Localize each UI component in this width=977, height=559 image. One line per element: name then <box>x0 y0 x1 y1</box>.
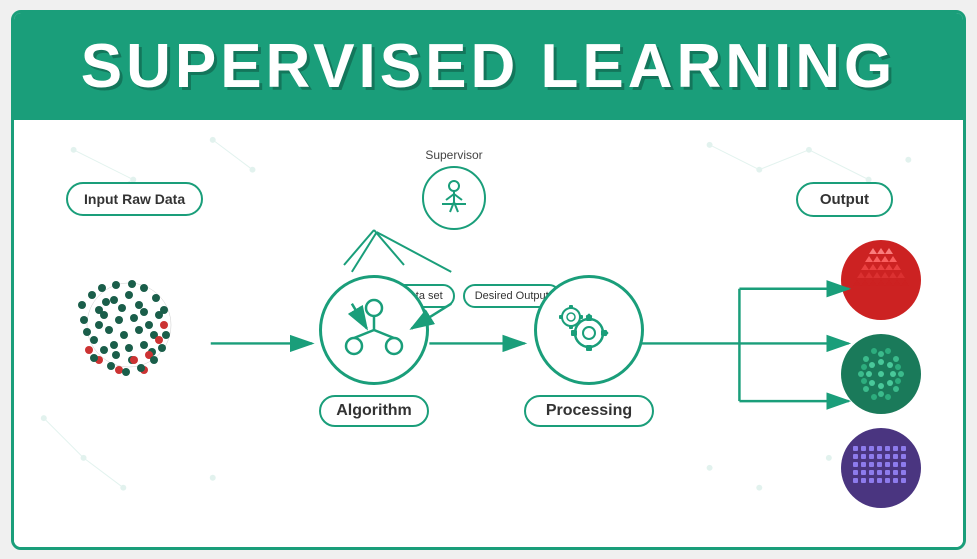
supervisor-connectors <box>324 230 584 280</box>
output-circle-green <box>841 334 921 414</box>
supervisor-label: Supervisor <box>425 148 482 162</box>
main-container: SUPERVISED LEARNING <box>11 10 966 550</box>
output-label: Output <box>796 182 893 217</box>
output-circle-red <box>841 240 921 320</box>
algorithm-circle <box>319 275 429 385</box>
output-circle-purple <box>841 428 921 508</box>
supervisor-icon <box>422 166 486 230</box>
header-section: SUPERVISED LEARNING <box>14 13 963 120</box>
page-title: SUPERVISED LEARNING <box>14 31 963 102</box>
input-raw-data-label: Input Raw Data <box>66 182 203 216</box>
processing-label: Processing <box>524 395 654 427</box>
processing-circle <box>534 275 644 385</box>
diagram-area: Input Raw Data <box>14 120 963 547</box>
algorithm-label: Algorithm <box>319 395 429 427</box>
output-circles <box>841 240 921 508</box>
data-cluster <box>44 240 214 410</box>
